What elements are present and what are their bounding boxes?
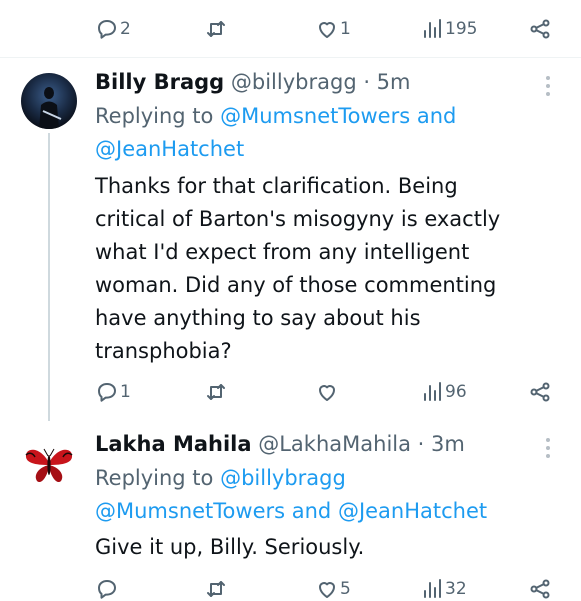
like-icon	[319, 22, 335, 38]
handle-and-time[interactable]: @billybragg · 5m	[231, 70, 411, 94]
display-name[interactable]: Lakha Mahila	[95, 432, 252, 456]
more-options-button[interactable]	[545, 438, 551, 458]
mention-billybragg[interactable]: @billybragg	[220, 466, 346, 490]
text-line: transphobia?	[95, 339, 232, 363]
views-icon	[424, 579, 441, 598]
mention-jeanhatchet[interactable]: @JeanHatchet	[95, 137, 244, 161]
text-line: what I'd expect from any intelligent	[95, 240, 470, 264]
handle-and-time[interactable]: @LakhaMahila · 3m	[258, 432, 465, 456]
more-icon	[546, 438, 550, 442]
tweet-header: Billy Bragg @billybragg · 5m	[95, 70, 411, 94]
divider	[0, 57, 581, 58]
share-button[interactable]	[528, 577, 552, 601]
mention-and[interactable]: and	[410, 104, 457, 128]
views-button[interactable]: 32	[420, 577, 467, 601]
like-icon	[319, 582, 335, 598]
text-line: have anything to say about his	[95, 306, 421, 330]
text-line: woman. Did any of those commenting	[95, 273, 497, 297]
reply-button[interactable]	[95, 577, 119, 601]
mention-jeanhatchet[interactable]: @JeanHatchet	[338, 499, 487, 523]
like-button[interactable]: 5	[315, 577, 351, 601]
reply-count: 2	[120, 19, 131, 39]
like-button[interactable]: 1	[315, 17, 351, 41]
share-button[interactable]	[528, 380, 552, 404]
share-icon	[530, 19, 550, 39]
text-line: Give it up, Billy. Seriously.	[95, 535, 365, 559]
avatar[interactable]	[21, 73, 77, 129]
views-button[interactable]: 96	[420, 380, 467, 404]
text-line: critical of Barton's misogyny is exactly	[95, 207, 501, 231]
retweet-button[interactable]	[204, 17, 228, 41]
more-options-button[interactable]	[545, 76, 551, 96]
views-icon	[424, 19, 441, 38]
views-button[interactable]: 195	[420, 17, 477, 41]
tweet-text: Thanks for that clarification. Being cri…	[95, 170, 555, 368]
reply-button[interactable]: 1	[95, 380, 131, 404]
views-count: 195	[445, 19, 478, 39]
concert-photo-avatar	[21, 73, 77, 129]
more-icon	[546, 76, 550, 80]
tweet-header: Lakha Mahila @LakhaMahila · 3m	[95, 432, 465, 456]
reply-icon	[98, 580, 116, 599]
share-icon	[530, 579, 550, 599]
reply-icon	[98, 383, 116, 402]
share-button[interactable]	[528, 17, 552, 41]
views-icon	[424, 382, 441, 401]
retweet-icon	[207, 21, 225, 37]
replying-to: Replying to @MumsnetTowers and @JeanHatc…	[95, 100, 456, 166]
reply-count: 1	[120, 382, 131, 402]
replying-label: Replying to	[95, 104, 221, 128]
like-count: 5	[340, 579, 351, 599]
replying-label: Replying to	[95, 466, 221, 490]
reply-icon	[98, 20, 116, 39]
views-count: 32	[445, 579, 467, 599]
tweet-text: Give it up, Billy. Seriously.	[95, 531, 555, 564]
butterfly-avatar	[21, 435, 77, 491]
replying-to: Replying to @billybragg @MumsnetTowers a…	[95, 462, 487, 528]
text-line: Thanks for that clarification. Being	[95, 174, 458, 198]
mention-mumsnettowers[interactable]: @MumsnetTowers	[220, 104, 410, 128]
retweet-icon	[207, 581, 225, 597]
like-icon	[319, 385, 335, 401]
thread-connector	[48, 133, 50, 421]
like-button[interactable]	[315, 380, 339, 404]
mention-and[interactable]: and	[285, 499, 338, 523]
avatar[interactable]	[21, 435, 77, 491]
display-name[interactable]: Billy Bragg	[95, 70, 224, 94]
like-count: 1	[340, 19, 351, 39]
retweet-button[interactable]	[204, 577, 228, 601]
reply-button[interactable]: 2	[95, 17, 131, 41]
retweet-button[interactable]	[204, 380, 228, 404]
mention-mumsnettowers[interactable]: @MumsnetTowers	[95, 499, 285, 523]
share-icon	[530, 382, 550, 402]
retweet-icon	[207, 384, 225, 400]
views-count: 96	[445, 382, 467, 402]
